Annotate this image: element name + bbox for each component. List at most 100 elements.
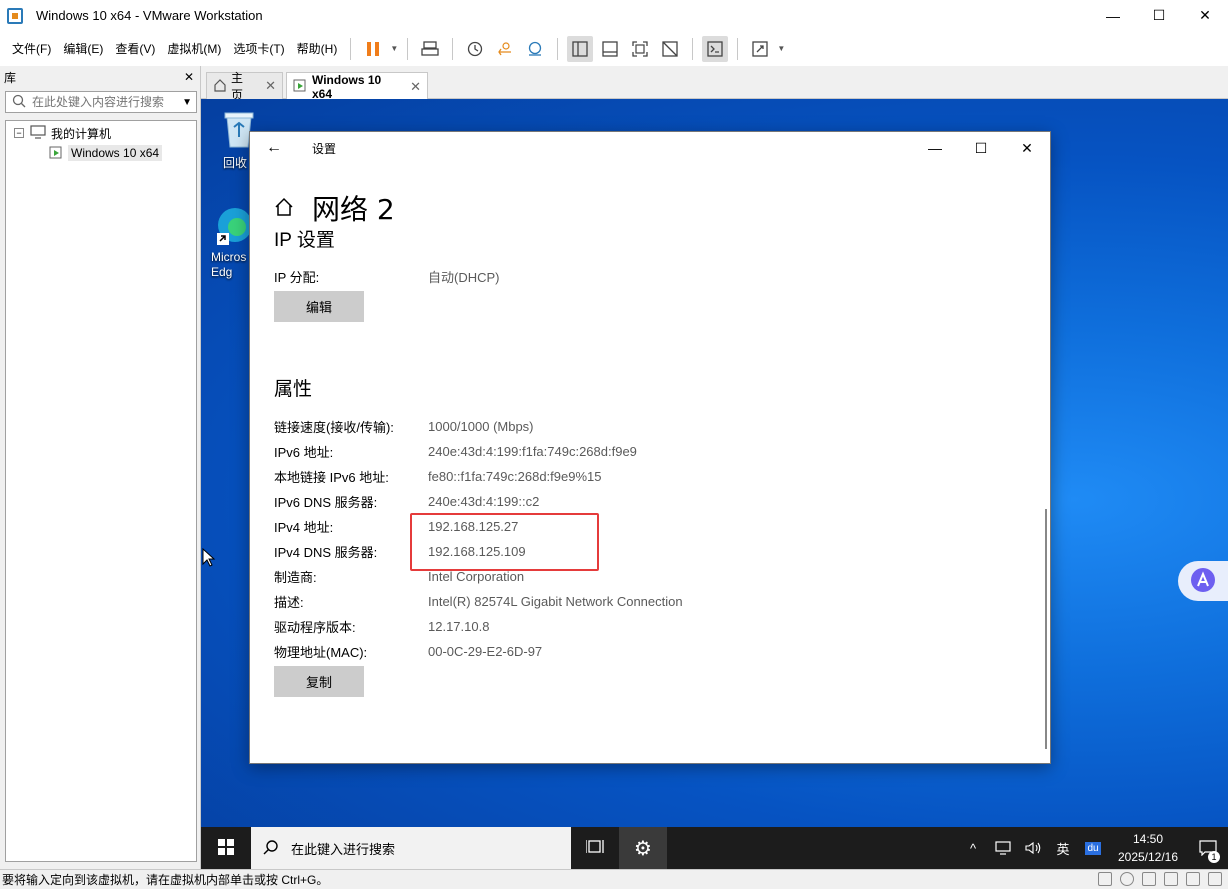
property-label: IPv4 DNS 服务器: — [274, 544, 378, 560]
ip-assignment-value: 自动(DHCP) — [428, 269, 500, 285]
status-device-icons — [1098, 872, 1222, 886]
collapse-icon[interactable]: − — [14, 128, 24, 138]
menu-bar: 文件(F) 编辑(E) 查看(V) 虚拟机(M) 选项卡(T) 帮助(H) ▼ … — [0, 31, 1228, 66]
tab-home-label: 主页 — [231, 71, 244, 102]
property-label: 物理地址(MAC): — [274, 644, 368, 660]
taskbar-search-placeholder: 在此键入进行搜索 — [291, 841, 396, 857]
window-controls: — ☐ ✕ — [1090, 0, 1228, 31]
library-search-input[interactable] — [32, 95, 172, 109]
assistant-widget[interactable] — [1178, 561, 1228, 601]
property-row: 本地链接 IPv6 地址: fe80::f1fa:749c:268d:f9e9%… — [274, 466, 601, 486]
taskbar-search[interactable]: 在此键入进行搜索 — [251, 827, 571, 869]
home-icon[interactable] — [274, 197, 294, 220]
assistant-icon — [1190, 567, 1216, 596]
property-value: 1000/1000 (Mbps) — [428, 418, 534, 434]
property-label: 描述: — [274, 594, 304, 610]
cd-drive-icon[interactable] — [1120, 872, 1134, 886]
property-label: 链接速度(接收/传输): — [274, 419, 394, 435]
menu-view[interactable]: 查看(V) — [109, 37, 161, 61]
settings-maximize-button[interactable]: ☐ — [958, 132, 1004, 164]
show-library-icon[interactable] — [567, 35, 594, 62]
mouse-cursor-icon — [202, 547, 216, 571]
property-row: IPv6 地址: 240e:43d:4:199:f1fa:749c:268d:f… — [274, 441, 637, 461]
snapshot-manager-icon[interactable] — [522, 36, 548, 62]
library-tree: − 我的计算机 Windows 10 x64 — [5, 120, 197, 862]
tab-home-close-icon[interactable]: ✕ — [265, 78, 276, 94]
baidu-icon-label: du — [1085, 841, 1101, 855]
usb-icon[interactable] — [1186, 872, 1200, 886]
window-title: Windows 10 x64 - VMware Workstation — [36, 8, 263, 23]
property-label: IPv6 地址: — [274, 444, 334, 460]
power-dropdown-icon[interactable]: ▼ — [388, 36, 400, 62]
settings-close-button[interactable]: ✕ — [1004, 132, 1050, 164]
menu-tabs[interactable]: 选项卡(T) — [227, 37, 290, 61]
unity-icon[interactable] — [657, 36, 683, 62]
thumbnail-bar-icon[interactable] — [597, 36, 623, 62]
console-view-icon[interactable] — [702, 35, 729, 62]
stretch-dropdown-icon[interactable]: ▼ — [775, 36, 787, 62]
property-row: 驱动程序版本: 12.17.10.8 — [274, 616, 489, 636]
task-view-icon — [585, 839, 604, 858]
snapshot-icon[interactable] — [462, 36, 488, 62]
system-tray: ^ 英 du 14:50 2025/12/16 1 — [958, 827, 1228, 869]
minimize-button[interactable]: — — [1090, 0, 1136, 31]
settings-window-controls: — ☐ ✕ — [912, 132, 1050, 164]
clock[interactable]: 14:50 2025/12/16 — [1108, 830, 1188, 866]
back-button[interactable]: ← — [250, 132, 298, 164]
vmware-logo-icon — [7, 7, 23, 24]
ime-indicator[interactable]: 英 — [1048, 827, 1078, 869]
ip-assignment-label: IP 分配: — [274, 269, 320, 285]
property-label: IPv6 DNS 服务器: — [274, 494, 378, 510]
search-dropdown-icon[interactable]: ▼ — [182, 97, 192, 108]
stretch-guest-icon[interactable] — [747, 36, 773, 62]
network-adapter-icon[interactable] — [1142, 872, 1156, 886]
menu-vm[interactable]: 虚拟机(M) — [161, 37, 227, 61]
settings-minimize-button[interactable]: — — [912, 132, 958, 164]
send-ctrl-alt-del-icon[interactable] — [417, 36, 443, 62]
menu-help[interactable]: 帮助(H) — [291, 37, 344, 61]
volume-icon[interactable] — [1018, 827, 1048, 869]
tab-vm[interactable]: Windows 10 x64 ✕ — [286, 72, 428, 101]
toolbar-separator — [557, 37, 559, 60]
notification-badge: 1 — [1208, 851, 1220, 863]
revert-snapshot-icon[interactable] — [492, 36, 518, 62]
full-screen-icon[interactable] — [627, 36, 653, 62]
maximize-button[interactable]: ☐ — [1136, 0, 1182, 31]
pause-icon[interactable] — [360, 36, 386, 62]
status-bar: 要将输入定向到该虚拟机，请在虚拟机内部单击或按 Ctrl+G。 — [0, 869, 1228, 889]
library-header: 库 ✕ — [0, 66, 200, 88]
page-header: 网络 2 — [274, 188, 395, 228]
tab-vm-label: Windows 10 x64 — [312, 72, 382, 101]
property-value: 00-0C-29-E2-6D-97 — [428, 643, 543, 659]
hard-disk-icon[interactable] — [1098, 872, 1112, 886]
tab-home[interactable]: 主页 ✕ — [206, 71, 283, 102]
notification-center-icon[interactable]: 1 — [1188, 827, 1228, 869]
menu-edit[interactable]: 编辑(E) — [57, 37, 109, 61]
task-view-button[interactable] — [571, 827, 619, 869]
property-row: IPv6 DNS 服务器: 240e:43d:4:199::c2 — [274, 491, 539, 511]
tree-item-my-computer[interactable]: − 我的计算机 — [6, 123, 196, 143]
property-value: 12.17.10.8 — [428, 618, 490, 634]
edit-button[interactable]: 编辑 — [274, 291, 364, 322]
tree-item-vm[interactable]: Windows 10 x64 — [6, 143, 196, 163]
tab-vm-close-icon[interactable]: ✕ — [410, 79, 421, 95]
sound-card-icon[interactable] — [1164, 872, 1178, 886]
start-button[interactable] — [201, 827, 251, 869]
property-value: 240e:43d:4:199:f1fa:749c:268d:f9e9 — [428, 443, 637, 459]
close-button[interactable]: ✕ — [1182, 0, 1228, 31]
gear-icon: ⚙ — [634, 837, 652, 860]
menu-file[interactable]: 文件(F) — [6, 37, 57, 61]
property-row: 描述: Intel(R) 82574L Gigabit Network Conn… — [274, 591, 683, 611]
copy-button[interactable]: 复制 — [274, 666, 364, 697]
title-bar: Windows 10 x64 - VMware Workstation — ☐ … — [0, 0, 1228, 31]
display-icon[interactable] — [1208, 872, 1222, 886]
network-icon[interactable] — [988, 827, 1018, 869]
library-close-icon[interactable]: ✕ — [184, 70, 194, 84]
baidu-icon[interactable]: du — [1078, 827, 1108, 869]
property-row: 物理地址(MAC): 00-0C-29-E2-6D-97 — [274, 641, 542, 661]
taskbar-settings-app[interactable]: ⚙ — [619, 827, 667, 869]
clock-time: 14:50 — [1132, 832, 1164, 846]
computer-icon — [30, 124, 46, 142]
tray-overflow-icon[interactable]: ^ — [958, 827, 988, 869]
settings-scrollbar[interactable] — [1045, 509, 1047, 749]
